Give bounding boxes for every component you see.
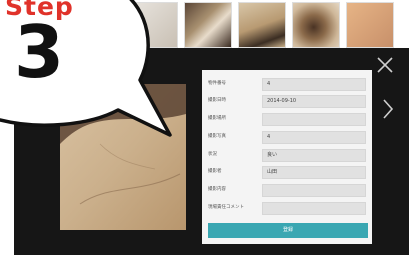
field-label: 撮影場所 [208, 116, 226, 121]
field-label: 撮影写真 [208, 134, 226, 139]
thumbnail[interactable] [346, 2, 394, 48]
field-input[interactable] [262, 113, 366, 126]
form-row: 状況 良い [202, 149, 372, 163]
submit-button[interactable]: 登録 [208, 223, 368, 238]
field-input[interactable]: 良い [262, 149, 366, 162]
form-row: 物件番号 4 [202, 78, 372, 92]
field-input[interactable]: 山田 [262, 166, 366, 179]
form-row: 現場責任コメント [202, 202, 372, 216]
thumbnail[interactable] [292, 2, 340, 48]
thumbnail[interactable] [184, 2, 232, 48]
next-button[interactable] [378, 96, 398, 122]
field-label: 現場責任コメント [208, 205, 244, 210]
form-row: 撮影内容 [202, 184, 372, 198]
form-row: 撮影日時 2014-09-10 [202, 95, 372, 109]
field-label: 状況 [208, 152, 217, 157]
field-label: 撮影者 [208, 169, 222, 174]
chevron-right-icon [383, 99, 394, 119]
step-number: 3 [14, 10, 65, 94]
field-input[interactable] [262, 184, 366, 197]
field-label: 物件番号 [208, 81, 226, 86]
close-icon [377, 57, 393, 73]
step-bubble: Step 3 [0, 0, 180, 150]
form-row: 撮影写真 4 [202, 131, 372, 145]
form-row: 撮影場所 [202, 113, 372, 127]
field-label: 撮影内容 [208, 187, 226, 192]
field-input[interactable] [262, 202, 366, 215]
field-input[interactable]: 2014-09-10 [262, 95, 366, 108]
form-row: 撮影者 山田 [202, 166, 372, 180]
field-input[interactable]: 4 [262, 78, 366, 91]
field-label: 撮影日時 [208, 98, 226, 103]
thumbnail[interactable] [238, 2, 286, 48]
close-button[interactable] [374, 54, 396, 76]
photo-info-form: 物件番号 4 撮影日時 2014-09-10 撮影場所 撮影写真 4 状況 良い… [202, 70, 372, 244]
field-input[interactable]: 4 [262, 131, 366, 144]
